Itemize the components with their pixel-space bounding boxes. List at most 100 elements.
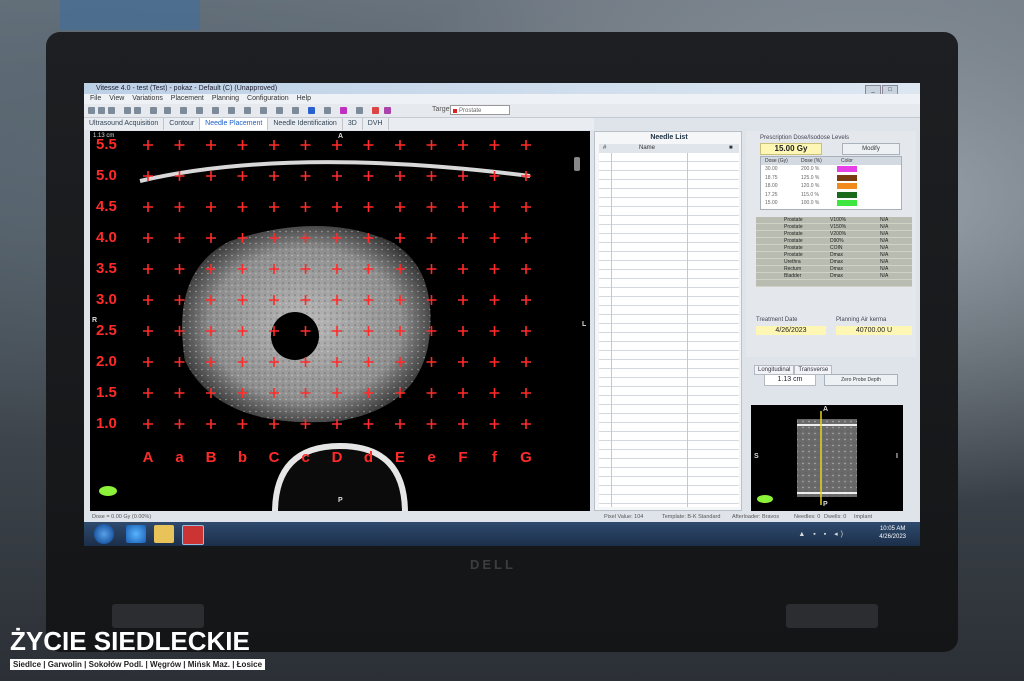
grid-point-marker[interactable]	[174, 264, 185, 274]
grid-point-marker[interactable]	[332, 171, 342, 181]
grid-point-marker[interactable]	[458, 233, 468, 243]
vitesse-app-icon[interactable]	[182, 525, 204, 545]
grid-point-marker[interactable]	[363, 171, 374, 181]
tab-dvh[interactable]: DVH	[363, 118, 389, 130]
undo-icon[interactable]	[124, 107, 131, 114]
grid-point-marker[interactable]	[332, 140, 342, 150]
grid-point-marker[interactable]	[458, 264, 468, 274]
menu-configuration[interactable]: Configuration	[247, 95, 289, 102]
ruler-icon[interactable]	[356, 107, 363, 114]
grid-point-marker[interactable]	[174, 419, 185, 429]
save-icon[interactable]	[108, 107, 115, 114]
grid-point-marker[interactable]	[143, 388, 153, 398]
grid-point-marker[interactable]	[426, 388, 437, 398]
marker-icon[interactable]	[372, 107, 379, 114]
grid-point-marker[interactable]	[458, 388, 468, 398]
grid-point-marker[interactable]	[269, 419, 279, 429]
menu-placement[interactable]: Placement	[171, 95, 204, 102]
grid-point-marker[interactable]	[206, 233, 216, 243]
isodose-row[interactable]: 17.25 115.0 %	[761, 191, 891, 199]
grid-point-marker[interactable]	[521, 264, 531, 274]
grid-point-marker[interactable]	[206, 419, 216, 429]
taskbar-clock[interactable]: 10:05 AM 4/26/2023	[879, 525, 906, 541]
grid-point-marker[interactable]	[206, 171, 216, 181]
isodose-row[interactable]: 15.00 100.0 %	[761, 199, 891, 207]
grid-point-marker[interactable]	[206, 202, 216, 212]
grid-point-marker[interactable]	[489, 419, 500, 429]
grid-point-marker[interactable]	[521, 419, 531, 429]
grid-point-marker[interactable]	[174, 357, 185, 367]
grid-point-marker[interactable]	[174, 233, 185, 243]
grid-point-marker[interactable]	[363, 419, 374, 429]
grid-point-marker[interactable]	[395, 233, 405, 243]
grid-point-marker[interactable]	[458, 202, 468, 212]
grid-point-marker[interactable]	[363, 140, 374, 150]
menu-view[interactable]: View	[109, 95, 124, 102]
grid-point-marker[interactable]	[363, 202, 374, 212]
grid-point-marker[interactable]	[143, 419, 153, 429]
search-icon[interactable]	[228, 107, 235, 114]
grid-point-marker[interactable]	[521, 140, 531, 150]
grid-point-marker[interactable]	[269, 202, 279, 212]
grid-point-marker[interactable]	[395, 419, 405, 429]
grid-point-marker[interactable]	[143, 140, 153, 150]
pointer-icon[interactable]	[150, 107, 157, 114]
grid-point-marker[interactable]	[395, 202, 405, 212]
grid-point-marker[interactable]	[143, 295, 153, 305]
color-icon[interactable]	[340, 107, 347, 114]
grid-point-marker[interactable]	[521, 388, 531, 398]
grid-point-marker[interactable]	[332, 202, 342, 212]
grid-point-marker[interactable]	[143, 357, 153, 367]
grid-point-marker[interactable]	[237, 202, 248, 212]
brush-icon[interactable]	[196, 107, 203, 114]
grid-point-marker[interactable]	[489, 202, 500, 212]
grid-point-marker[interactable]	[426, 233, 437, 243]
grid-icon[interactable]	[260, 107, 267, 114]
grid-point-marker[interactable]	[458, 295, 468, 305]
grid-point-marker[interactable]	[489, 140, 500, 150]
grid-point-marker[interactable]	[426, 202, 437, 212]
grid-point-marker[interactable]	[300, 202, 311, 212]
grid-point-marker[interactable]	[426, 419, 437, 429]
isodose-row[interactable]: 18.75 125.0 %	[761, 174, 891, 182]
isodose-color-swatch[interactable]	[837, 174, 857, 181]
grid-point-marker[interactable]	[521, 357, 531, 367]
grid-point-marker[interactable]	[143, 202, 153, 212]
tab-needle-identification[interactable]: Needle Identification	[268, 118, 343, 130]
grid-point-marker[interactable]	[426, 140, 437, 150]
grid-point-marker[interactable]	[300, 171, 311, 181]
grid-point-marker[interactable]	[521, 202, 531, 212]
arrow-left-icon[interactable]	[292, 107, 299, 114]
open-icon[interactable]	[98, 107, 105, 114]
longitudinal-view[interactable]: A P S I	[751, 405, 903, 511]
isodose-color-swatch[interactable]	[837, 191, 857, 198]
tab-3d[interactable]: 3D	[343, 118, 363, 130]
isodose-row[interactable]: 30.00 200.0 %	[761, 165, 891, 173]
grid-point-marker[interactable]	[489, 326, 500, 336]
system-tray-icons[interactable]: ▲ ▪ ▪ ◂)	[798, 530, 846, 538]
target-select[interactable]: Prostate	[450, 105, 510, 115]
grid-point-marker[interactable]	[458, 326, 468, 336]
zoom-icon[interactable]	[164, 107, 171, 114]
ultrasound-transverse-view[interactable]: 1.13 cm A P R L 5.5 5.0 4.5 4.0 3.5 3.0 2.5 2.0…	[90, 131, 590, 511]
internet-explorer-icon[interactable]	[126, 525, 146, 543]
move-icon[interactable]	[212, 107, 219, 114]
tab-contour[interactable]: Contour	[164, 118, 201, 130]
start-button-icon[interactable]	[94, 524, 114, 544]
menu-file[interactable]: File	[90, 95, 101, 102]
grid-point-marker[interactable]	[521, 326, 531, 336]
grid-point-marker[interactable]	[269, 140, 279, 150]
grid-point-marker[interactable]	[489, 357, 500, 367]
grid-point-marker[interactable]	[174, 295, 185, 305]
grid-point-marker[interactable]	[489, 233, 500, 243]
isodose-color-swatch[interactable]	[837, 183, 857, 189]
tab-needle-placement[interactable]: Needle Placement	[200, 118, 269, 130]
grid-point-marker[interactable]	[521, 171, 531, 181]
grid-point-marker[interactable]	[174, 388, 185, 398]
grid-point-marker[interactable]	[458, 419, 468, 429]
grid-point-marker[interactable]	[458, 140, 468, 150]
redo-icon[interactable]	[134, 107, 141, 114]
folder-icon[interactable]	[154, 525, 174, 543]
grid-point-marker[interactable]	[143, 233, 153, 243]
modify-button[interactable]: Modify	[842, 143, 900, 155]
